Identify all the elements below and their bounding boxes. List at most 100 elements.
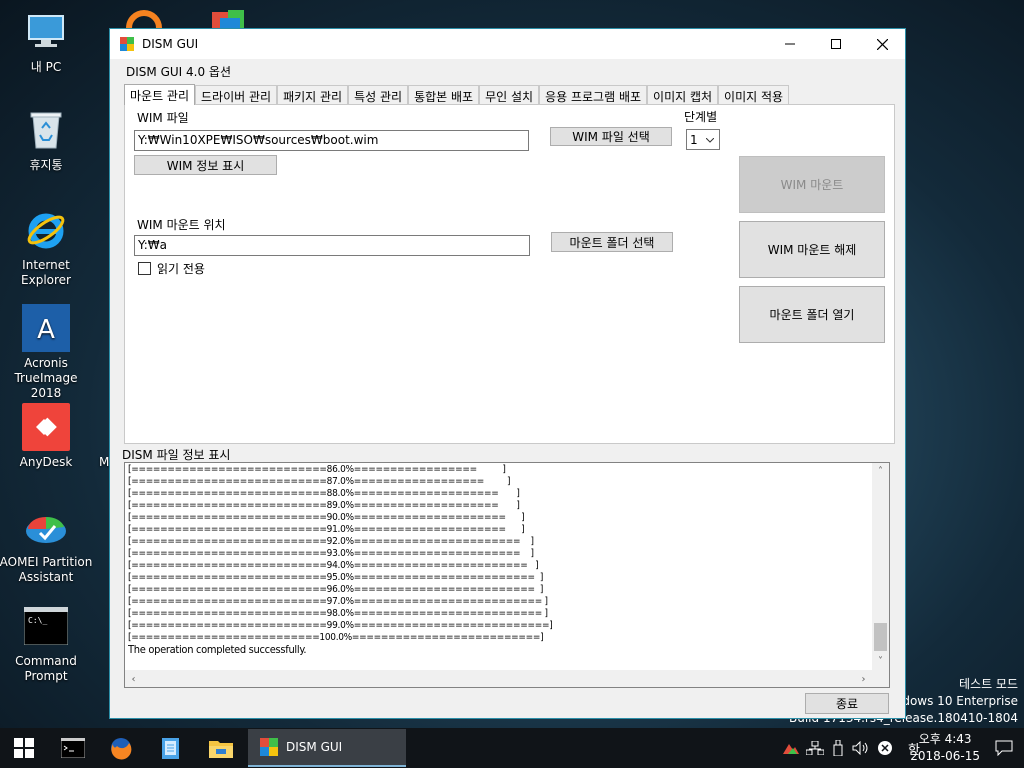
title-bar[interactable]: DISM GUI xyxy=(110,29,905,59)
tray-volume[interactable] xyxy=(850,728,872,768)
network-icon xyxy=(806,741,824,755)
recycle-bin-icon xyxy=(22,106,70,154)
windows-logo-icon xyxy=(14,738,34,758)
read-only-checkbox[interactable]: 읽기 전용 xyxy=(138,260,205,277)
tab-feature[interactable]: 특성 관리 xyxy=(348,85,409,104)
log-line: [===========================98.0%=======… xyxy=(128,608,548,619)
tab-unattended[interactable]: 무인 설치 xyxy=(479,85,540,104)
start-button[interactable] xyxy=(0,728,48,768)
log-line: [===========================89.0%=======… xyxy=(128,500,520,511)
partial-desktop-label: M xyxy=(99,455,110,469)
log-line: [===========================91.0%=======… xyxy=(128,524,525,535)
tab-app-deploy[interactable]: 응용 프로그램 배포 xyxy=(539,85,648,104)
wim-mount-button[interactable]: WIM 마운트 xyxy=(739,156,885,213)
desktop-icon-label-line2: TrueImage 2018 xyxy=(14,371,78,400)
log-line: [===========================93.0%=======… xyxy=(128,548,534,559)
taskbar-notepad[interactable] xyxy=(148,728,194,768)
wim-file-label: WIM 파일 xyxy=(137,111,189,125)
close-circle-icon xyxy=(878,741,892,755)
command-prompt-icon xyxy=(61,738,85,758)
tab-strip: 마운트 관리 드라이버 관리 패키지 관리 특성 관리 통합본 배포 무인 설치… xyxy=(124,84,790,105)
tray-network-app[interactable] xyxy=(780,728,802,768)
wim-unmount-button[interactable]: WIM 마운트 해제 xyxy=(739,221,885,278)
wim-info-button[interactable]: WIM 정보 표시 xyxy=(134,155,277,175)
horizontal-scrollbar[interactable]: ‹ › xyxy=(125,670,889,687)
desktop-icon-acronis[interactable]: A Acronis TrueImage 2018 xyxy=(0,304,94,401)
wim-file-input[interactable]: Y:₩Win10XPE₩ISO₩sources₩boot.wim xyxy=(134,130,529,151)
mount-location-label: WIM 마운트 위치 xyxy=(137,218,226,232)
desktop-icon-internet-explorer[interactable]: Internet Explorer xyxy=(0,206,94,288)
maximize-icon xyxy=(831,39,841,49)
partial-desktop-icon-orange[interactable] xyxy=(126,6,166,30)
desktop-icon-anydesk[interactable]: AnyDesk xyxy=(0,403,94,470)
open-mount-folder-button[interactable]: 마운트 폴더 열기 xyxy=(739,286,885,343)
index-select[interactable]: 1 xyxy=(686,129,720,150)
tab-capture[interactable]: 이미지 캡처 xyxy=(647,85,719,104)
desktop-icon-command-prompt[interactable]: C:\_ Command Prompt xyxy=(0,602,94,684)
close-window-button[interactable] xyxy=(859,29,905,59)
desktop-icon-label-line1: Acronis xyxy=(24,356,68,370)
svg-text:A: A xyxy=(37,315,55,345)
maximize-button[interactable] xyxy=(813,29,859,59)
desktop-icon-label: Internet Explorer xyxy=(21,258,71,287)
taskbar-cmd[interactable] xyxy=(50,728,96,768)
exit-button[interactable]: 종료 xyxy=(805,693,889,714)
aomei-icon xyxy=(22,503,70,551)
tray-network[interactable] xyxy=(804,728,826,768)
desktop-icon-label-line1: Command xyxy=(15,654,77,668)
log-output[interactable]: [===========================86.0%=======… xyxy=(124,462,890,688)
close-icon xyxy=(876,38,888,50)
tab-apply[interactable]: 이미지 적용 xyxy=(718,85,790,104)
minimize-button[interactable] xyxy=(767,29,813,59)
checkbox-box[interactable] xyxy=(138,262,151,275)
minimize-icon xyxy=(785,43,795,45)
log-line: [===========================86.0%=======… xyxy=(128,464,506,475)
index-label: 단계별 xyxy=(684,110,718,124)
taskbar: DISM GUI 한 오후 4:43 2018-06-15 xyxy=(0,728,1024,768)
acronis-icon: A xyxy=(22,304,70,352)
log-line: [===========================94.0%=======… xyxy=(128,560,539,571)
desktop-icon-label-line2: Prompt xyxy=(24,669,68,683)
dism-gui-window: DISM GUI DISM GUI 4.0 옵션 마운트 관리 드라이버 관리 … xyxy=(109,28,906,719)
tab-mount[interactable]: 마운트 관리 xyxy=(124,84,196,105)
wim-file-select-button[interactable]: WIM 파일 선택 xyxy=(550,127,672,146)
log-line: [===========================99.0%=======… xyxy=(128,620,553,631)
desktop-icon-label: AnyDesk xyxy=(19,455,73,469)
internet-explorer-icon xyxy=(22,206,70,254)
desktop-icon-aomei[interactable]: AOMEI Partition Assistant xyxy=(0,503,94,585)
scroll-up-icon[interactable]: ˄ xyxy=(872,463,889,480)
anydesk-icon xyxy=(22,403,70,451)
read-only-label: 읽기 전용 xyxy=(157,262,205,276)
clock[interactable]: 오후 4:43 2018-06-15 xyxy=(910,731,980,765)
log-line: [===========================87.0%=======… xyxy=(128,476,511,487)
usb-drive-icon xyxy=(833,740,843,756)
scroll-right-icon[interactable]: › xyxy=(855,671,872,688)
desktop-icon-label-line2: Assistant xyxy=(18,570,74,584)
taskbar-dism-gui[interactable]: DISM GUI xyxy=(248,729,406,767)
mount-folder-select-button[interactable]: 마운트 폴더 선택 xyxy=(551,232,673,252)
desktop-icon-this-pc[interactable]: 내 PC xyxy=(0,8,94,75)
tab-deploy[interactable]: 통합본 배포 xyxy=(408,85,480,104)
desktop-icon-recycle-bin[interactable]: 휴지통 xyxy=(0,106,94,173)
tray-usb[interactable] xyxy=(828,728,848,768)
command-prompt-icon: C:\_ xyxy=(22,602,70,650)
log-label: DISM 파일 정보 표시 xyxy=(122,448,231,462)
menu-bar: DISM GUI 4.0 옵션 xyxy=(110,59,905,83)
clock-date: 2018-06-15 xyxy=(910,749,980,763)
scroll-left-icon[interactable]: ‹ xyxy=(125,671,142,688)
notification-center[interactable] xyxy=(984,728,1024,768)
scroll-down-icon[interactable]: ˅ xyxy=(872,653,889,670)
menu-item-options[interactable]: DISM GUI 4.0 옵션 xyxy=(126,63,231,80)
folder-icon xyxy=(209,741,233,758)
taskbar-firefox[interactable] xyxy=(98,728,144,768)
scroll-thumb[interactable] xyxy=(874,623,887,651)
tab-package[interactable]: 패키지 관리 xyxy=(277,85,349,104)
tray-close[interactable] xyxy=(874,728,896,768)
taskbar-file-explorer[interactable] xyxy=(198,728,244,768)
mount-location-input[interactable]: Y:₩a xyxy=(134,235,530,256)
log-line: [===========================92.0%=======… xyxy=(128,536,534,547)
tab-driver[interactable]: 드라이버 관리 xyxy=(195,85,278,104)
index-select-value: 1 xyxy=(690,132,698,147)
vertical-scrollbar[interactable]: ˄ ˅ xyxy=(872,463,889,670)
chevron-down-icon xyxy=(706,138,714,143)
